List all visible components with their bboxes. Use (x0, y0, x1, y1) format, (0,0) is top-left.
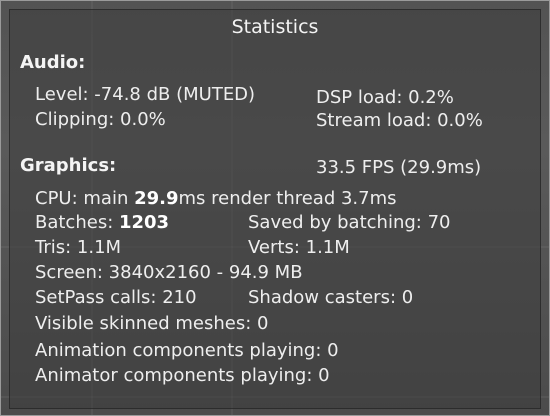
animator-components-stat: Animator components playing: 0 (35, 365, 330, 386)
animation-components-stat: Animation components playing: 0 (35, 340, 339, 361)
audio-heading: Audio: (20, 52, 86, 73)
tris-stat: Tris: 1.1M (35, 237, 122, 258)
audio-clipping: Clipping: 0.0% (35, 109, 166, 130)
cpu-suffix: ms render thread 3.7ms (178, 188, 397, 209)
statistics-panel: Statistics Audio: Level: -74.8 dB (MUTED… (9, 9, 541, 409)
shadow-casters-stat: Shadow casters: 0 (248, 287, 414, 308)
dsp-load: DSP load: 0.2% (316, 87, 454, 108)
cpu-stats: CPU: main 29.9ms render thread 3.7ms (35, 188, 397, 209)
setpass-stat: SetPass calls: 210 (35, 287, 197, 308)
panel-title: Statistics (231, 16, 319, 38)
saved-by-batching: Saved by batching: 70 (248, 212, 451, 233)
screen-stat: Screen: 3840x2160 - 94.9 MB (35, 262, 303, 283)
cpu-prefix: CPU: main (35, 188, 135, 209)
batches-value: 1203 (118, 212, 170, 233)
verts-stat: Verts: 1.1M (248, 237, 350, 258)
skinned-meshes-stat: Visible skinned meshes: 0 (35, 313, 269, 334)
cpu-main-value: 29.9 (134, 188, 179, 209)
stream-load: Stream load: 0.0% (316, 110, 483, 131)
batches-prefix: Batches: (35, 212, 119, 233)
graphics-heading: Graphics: (20, 155, 117, 176)
audio-level: Level: -74.8 dB (MUTED) (35, 84, 256, 105)
batches-stat: Batches: 1203 (35, 212, 169, 233)
fps-readout: 33.5 FPS (29.9ms) (316, 157, 482, 178)
game-view: Statistics Audio: Level: -74.8 dB (MUTED… (0, 0, 550, 416)
